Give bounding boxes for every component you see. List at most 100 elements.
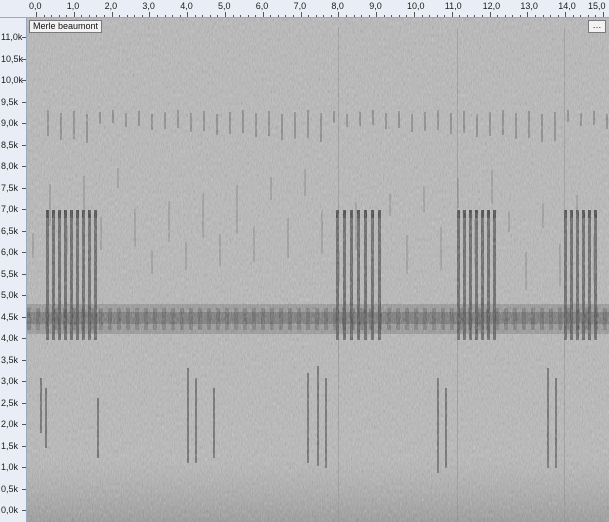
frequency-tick-label: 1,0k [1, 462, 19, 472]
time-minor-tick [164, 15, 166, 17]
frequency-tick-label: 6,5k [1, 225, 19, 236]
time-minor-tick [459, 15, 461, 17]
time-minor-tick [308, 15, 310, 17]
track-title[interactable]: Merle beaumont [29, 20, 103, 33]
spectrogram-view[interactable] [27, 18, 609, 522]
time-minor-tick [240, 15, 242, 17]
time-tick-label: 13,0 [520, 1, 538, 11]
time-minor-tick [512, 15, 514, 17]
time-minor-tick [595, 15, 597, 17]
time-minor-tick [519, 15, 521, 17]
frequency-tick-mark [22, 123, 26, 124]
time-tick-mark [36, 12, 37, 17]
time-tick-label: 6,0 [255, 1, 269, 11]
time-minor-tick [58, 15, 60, 17]
time-minor-tick [572, 15, 574, 17]
time-minor-tick [550, 15, 552, 17]
time-minor-tick [104, 15, 106, 17]
frequency-tick-mark [22, 166, 26, 167]
frequency-tick-mark [22, 295, 26, 296]
time-tick-mark [489, 12, 491, 17]
time-minor-tick [88, 15, 90, 17]
time-minor-tick [353, 15, 355, 17]
frequency-tick-label: 1,5k [1, 440, 19, 451]
time-minor-tick [96, 15, 98, 17]
time-minor-tick [406, 15, 408, 17]
frequency-tick-label: 8,5k [1, 139, 19, 150]
time-minor-tick [141, 15, 143, 17]
frequency-tick-mark [22, 402, 26, 404]
time-minor-tick [179, 15, 181, 17]
frequency-tick-mark [22, 58, 26, 60]
frequency-tick-label: 5,5k [1, 268, 19, 279]
frequency-tick-label: 11,0k [1, 32, 23, 42]
time-minor-tick [398, 15, 400, 17]
time-minor-tick [277, 15, 279, 17]
time-minor-tick [323, 15, 325, 17]
frequency-tick-mark [22, 273, 26, 275]
frequency-tick-label: 9,5k [1, 96, 19, 107]
frequency-tick-mark [22, 252, 26, 253]
time-minor-tick [66, 15, 68, 17]
frequency-tick-label: 7,5k [1, 182, 19, 193]
time-minor-tick [557, 15, 559, 17]
time-minor-tick [217, 15, 219, 17]
time-tick-label: 4,0 [180, 1, 193, 11]
time-tick-mark [414, 12, 415, 17]
time-tick-mark [300, 12, 302, 17]
frequency-tick-mark [22, 37, 26, 38]
time-minor-tick [474, 15, 476, 17]
time-minor-tick [270, 15, 272, 17]
frequency-tick-mark [22, 209, 26, 210]
time-tick-label: 14,0 [558, 1, 576, 11]
time-minor-tick [293, 15, 295, 17]
time-minor-tick [315, 15, 317, 17]
time-minor-tick [383, 15, 385, 17]
time-tick-mark [338, 12, 340, 17]
frequency-tick-mark [22, 381, 26, 382]
frequency-tick-label: 3,0k [1, 376, 19, 386]
frequency-ruler[interactable]: 11,0k 10,5k 10,0k 9,5k 9,0k 8,5k 8,0k 7,5k 7,0k 6… [0, 18, 27, 522]
time-tick-label: 1,0 [66, 1, 80, 11]
frequency-tick-label: 2,0k [1, 419, 19, 429]
time-tick-label: 3,0 [142, 1, 155, 11]
frequency-tick-mark [22, 445, 26, 447]
time-tick-mark [225, 12, 226, 17]
time-tick-label: 12,0 [482, 1, 501, 11]
frequency-tick-label: 4,5k [1, 311, 19, 322]
frequency-tick-label: 8,0k [1, 161, 19, 171]
time-minor-tick [466, 15, 468, 17]
frequency-tick-mark [22, 316, 26, 318]
time-minor-tick [247, 15, 249, 17]
time-ruler[interactable]: 0,0 1,0 2,0 3,0 4,0 5,0 6,0 7,0 8,0 9,0 10,0 11,0 12… [0, 0, 609, 18]
spectrogram-panel[interactable]: Merle beaumont … [27, 18, 609, 522]
frequency-tick-label: 6,0k [1, 247, 19, 257]
frequency-tick-label: 4,0k [1, 333, 19, 343]
track-menu-button[interactable]: … [588, 20, 606, 33]
time-minor-tick [232, 15, 234, 17]
time-tick-mark [565, 12, 567, 17]
time-tick-label: 9,0 [369, 1, 382, 11]
time-tick-mark [527, 12, 529, 17]
time-tick-mark [451, 12, 453, 17]
time-minor-tick [580, 15, 582, 17]
frequency-tick-mark [22, 510, 26, 511]
time-tick-mark [262, 12, 264, 17]
time-tick-label: 10,0 [407, 1, 425, 11]
time-tick-mark [73, 12, 75, 17]
time-minor-tick [345, 15, 347, 17]
time-minor-tick [436, 15, 438, 17]
frequency-tick-mark [22, 187, 26, 189]
time-minor-tick [391, 15, 393, 17]
time-minor-tick [361, 15, 363, 17]
time-tick-label: 15,0 [588, 1, 606, 11]
time-minor-tick [368, 15, 370, 17]
time-minor-tick [482, 15, 484, 17]
frequency-tick-mark [22, 101, 26, 103]
time-minor-tick [126, 15, 128, 17]
time-minor-tick [119, 15, 121, 17]
frequency-tick-mark [22, 359, 26, 361]
frequency-tick-label: 5,0k [1, 290, 19, 300]
frequency-tick-mark [22, 424, 26, 425]
spectrogram-window: 0,0 1,0 2,0 3,0 4,0 5,0 6,0 7,0 8,0 9,0 10,0 11,0 12… [0, 0, 609, 522]
